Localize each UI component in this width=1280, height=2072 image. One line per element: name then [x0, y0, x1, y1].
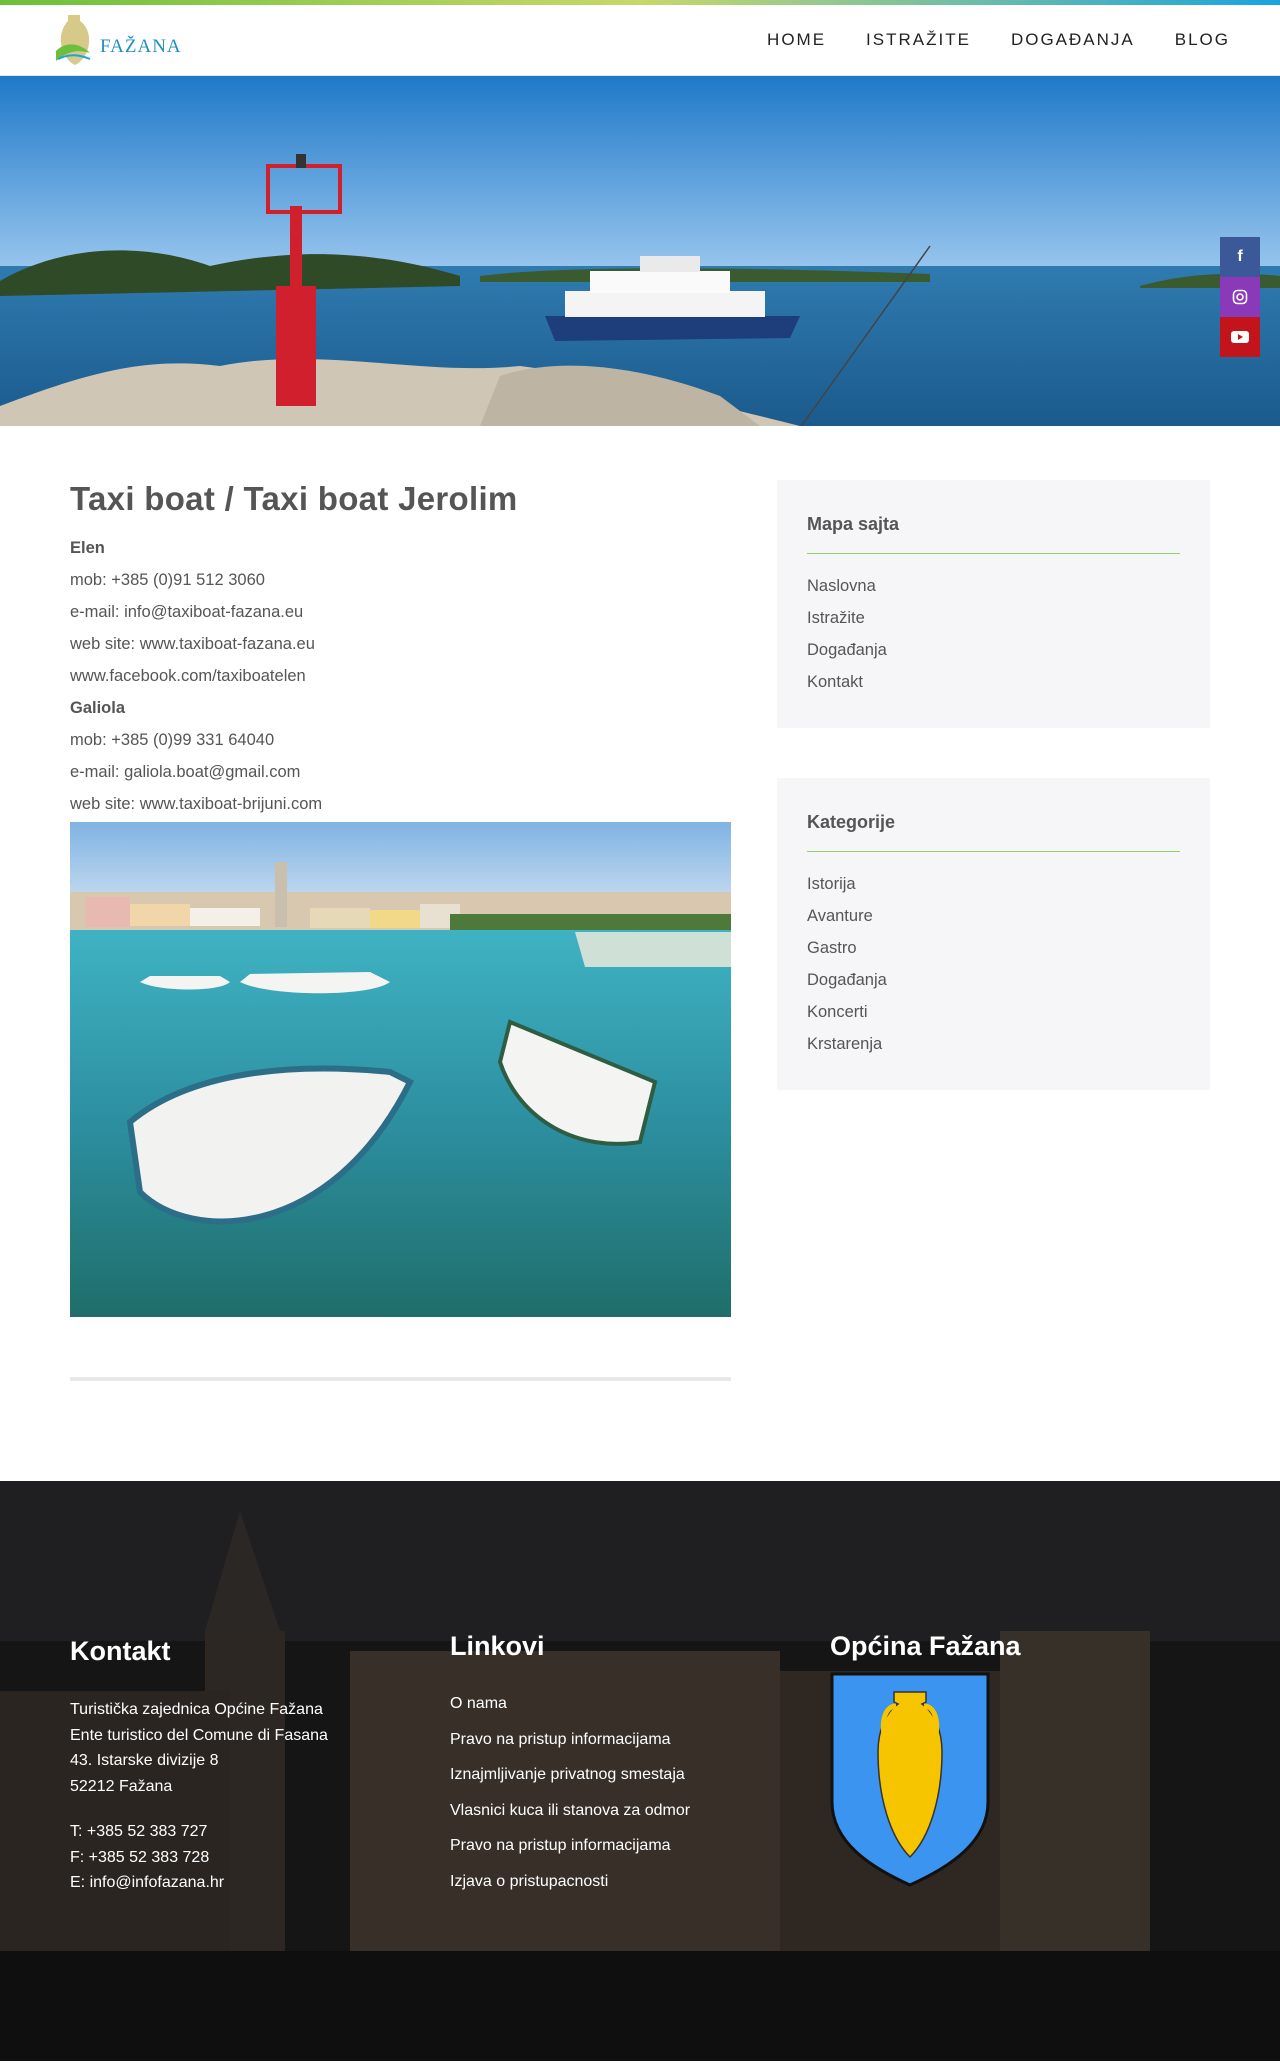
elen-mobile: mob: +385 (0)91 512 3060	[70, 571, 265, 589]
elen-facebook: www.facebook.com/taxiboatelen	[70, 667, 306, 685]
footer-links-title: Linkovi	[450, 1631, 545, 1661]
footer-municipality-title: Općina Fažana	[830, 1631, 1021, 1661]
footer-contact-column: Kontakt Turistička zajednica Općine Faža…	[70, 1481, 450, 1899]
footer-municipality-column: Općina Fažana	[830, 1481, 1021, 1899]
galiola-email: e-mail: galiola.boat@gmail.com	[70, 763, 301, 781]
footer-link-pravo-pristup[interactable]: Pravo na pristup informacijama	[450, 1722, 830, 1758]
sitemap-title: Mapa sajta	[807, 514, 1180, 554]
sitemap-link-dogadanja[interactable]: Događanja	[807, 634, 1180, 666]
sitemap-link-istrazite[interactable]: Istražite	[807, 602, 1180, 634]
site-logo[interactable]: FAŽANA	[52, 10, 182, 70]
boats-harbor-photo	[70, 822, 731, 1317]
footer-email[interactable]: E: info@infofazana.hr	[70, 1870, 450, 1896]
company-name-elen: Elen	[70, 539, 105, 557]
category-link-krstarenja[interactable]: Krstarenja	[807, 1028, 1180, 1060]
category-link-dogadanja[interactable]: Događanja	[807, 964, 1180, 996]
categories-title: Kategorije	[807, 812, 1180, 852]
category-link-gastro[interactable]: Gastro	[807, 932, 1180, 964]
footer-address-line: Turistička zajednica Općine Fažana	[70, 1701, 323, 1718]
nav-home[interactable]: HOME	[767, 30, 826, 50]
footer-address-line: 43. Istarske divizije 8	[70, 1752, 219, 1769]
footer-link-pravo-pristup-2[interactable]: Pravo na pristup informacijama	[450, 1828, 830, 1864]
footer-link-iznajmljivanje[interactable]: Iznajmljivanje privatnog smestaja	[450, 1757, 830, 1793]
site-header: FAŽANA HOME ISTRAŽITE DOGAĐANJA BLOG	[0, 5, 1280, 76]
logo-text: FAŽANA	[100, 36, 182, 57]
sitemap-widget: Mapa sajta Naslovna Istražite Događanja …	[777, 480, 1210, 728]
footer-address-line: 52212 Fažana	[70, 1777, 173, 1795]
galiola-website: web site: www.taxiboat-brijuni.com	[70, 795, 323, 813]
footer-phone: T: +385 52 383 727	[70, 1823, 208, 1840]
footer-link-o-nama[interactable]: O nama	[450, 1686, 830, 1722]
sitemap-link-kontakt[interactable]: Kontakt	[807, 666, 1180, 698]
footer-contact-title: Kontakt	[70, 1636, 171, 1666]
coat-of-arms-icon	[830, 1672, 990, 1887]
sitemap-link-naslovna[interactable]: Naslovna	[807, 570, 1180, 602]
footer-fax: F: +385 52 383 728	[70, 1848, 210, 1866]
nav-blog[interactable]: BLOG	[1175, 30, 1230, 50]
main-nav: HOME ISTRAŽITE DOGAĐANJA BLOG	[767, 30, 1230, 50]
amphora-logo-icon	[56, 15, 91, 65]
site-footer: Kontakt Turistička zajednica Općine Faža…	[0, 1481, 1280, 2061]
category-link-koncerti[interactable]: Koncerti	[807, 996, 1180, 1028]
article: Taxi boat / Taxi boat Jerolim Elen mob: …	[70, 480, 731, 1381]
category-link-istorija[interactable]: Istorija	[807, 868, 1180, 900]
footer-address-line: Ente turistico del Comune di Fasana	[70, 1726, 328, 1744]
youtube-icon[interactable]	[1220, 317, 1260, 357]
hero-harbor-image: f	[0, 76, 1280, 426]
content-separator	[70, 1377, 731, 1381]
facebook-icon[interactable]: f	[1220, 237, 1260, 277]
elen-email: e-mail: info@taxiboat-fazana.eu	[70, 603, 304, 621]
footer-links-column: Linkovi O nama Pravo na pristup informac…	[450, 1481, 830, 1899]
footer-link-vlasnici[interactable]: Vlasnici kuca ili stanova za odmor	[450, 1793, 830, 1829]
footer-link-izjava[interactable]: Izjava o pristupacnosti	[450, 1864, 830, 1900]
elen-website: web site: www.taxiboat-fazana.eu	[70, 635, 315, 653]
instagram-icon[interactable]	[1220, 277, 1260, 317]
sidebar: Mapa sajta Naslovna Istražite Događanja …	[777, 480, 1210, 1381]
galiola-mobile: mob: +385 (0)99 331 64040	[70, 731, 275, 749]
category-link-avanture[interactable]: Avanture	[807, 900, 1180, 932]
nav-istrazite[interactable]: ISTRAŽITE	[866, 30, 971, 50]
social-sidebar: f	[1220, 237, 1260, 357]
company-name-galiola: Galiola	[70, 699, 126, 717]
nav-dogadanja[interactable]: DOGAĐANJA	[1011, 30, 1135, 50]
page-title: Taxi boat / Taxi boat Jerolim	[70, 480, 518, 517]
main-content-area: Taxi boat / Taxi boat Jerolim Elen mob: …	[0, 426, 1280, 1481]
categories-widget: Kategorije Istorija Avanture Gastro Doga…	[777, 778, 1210, 1090]
